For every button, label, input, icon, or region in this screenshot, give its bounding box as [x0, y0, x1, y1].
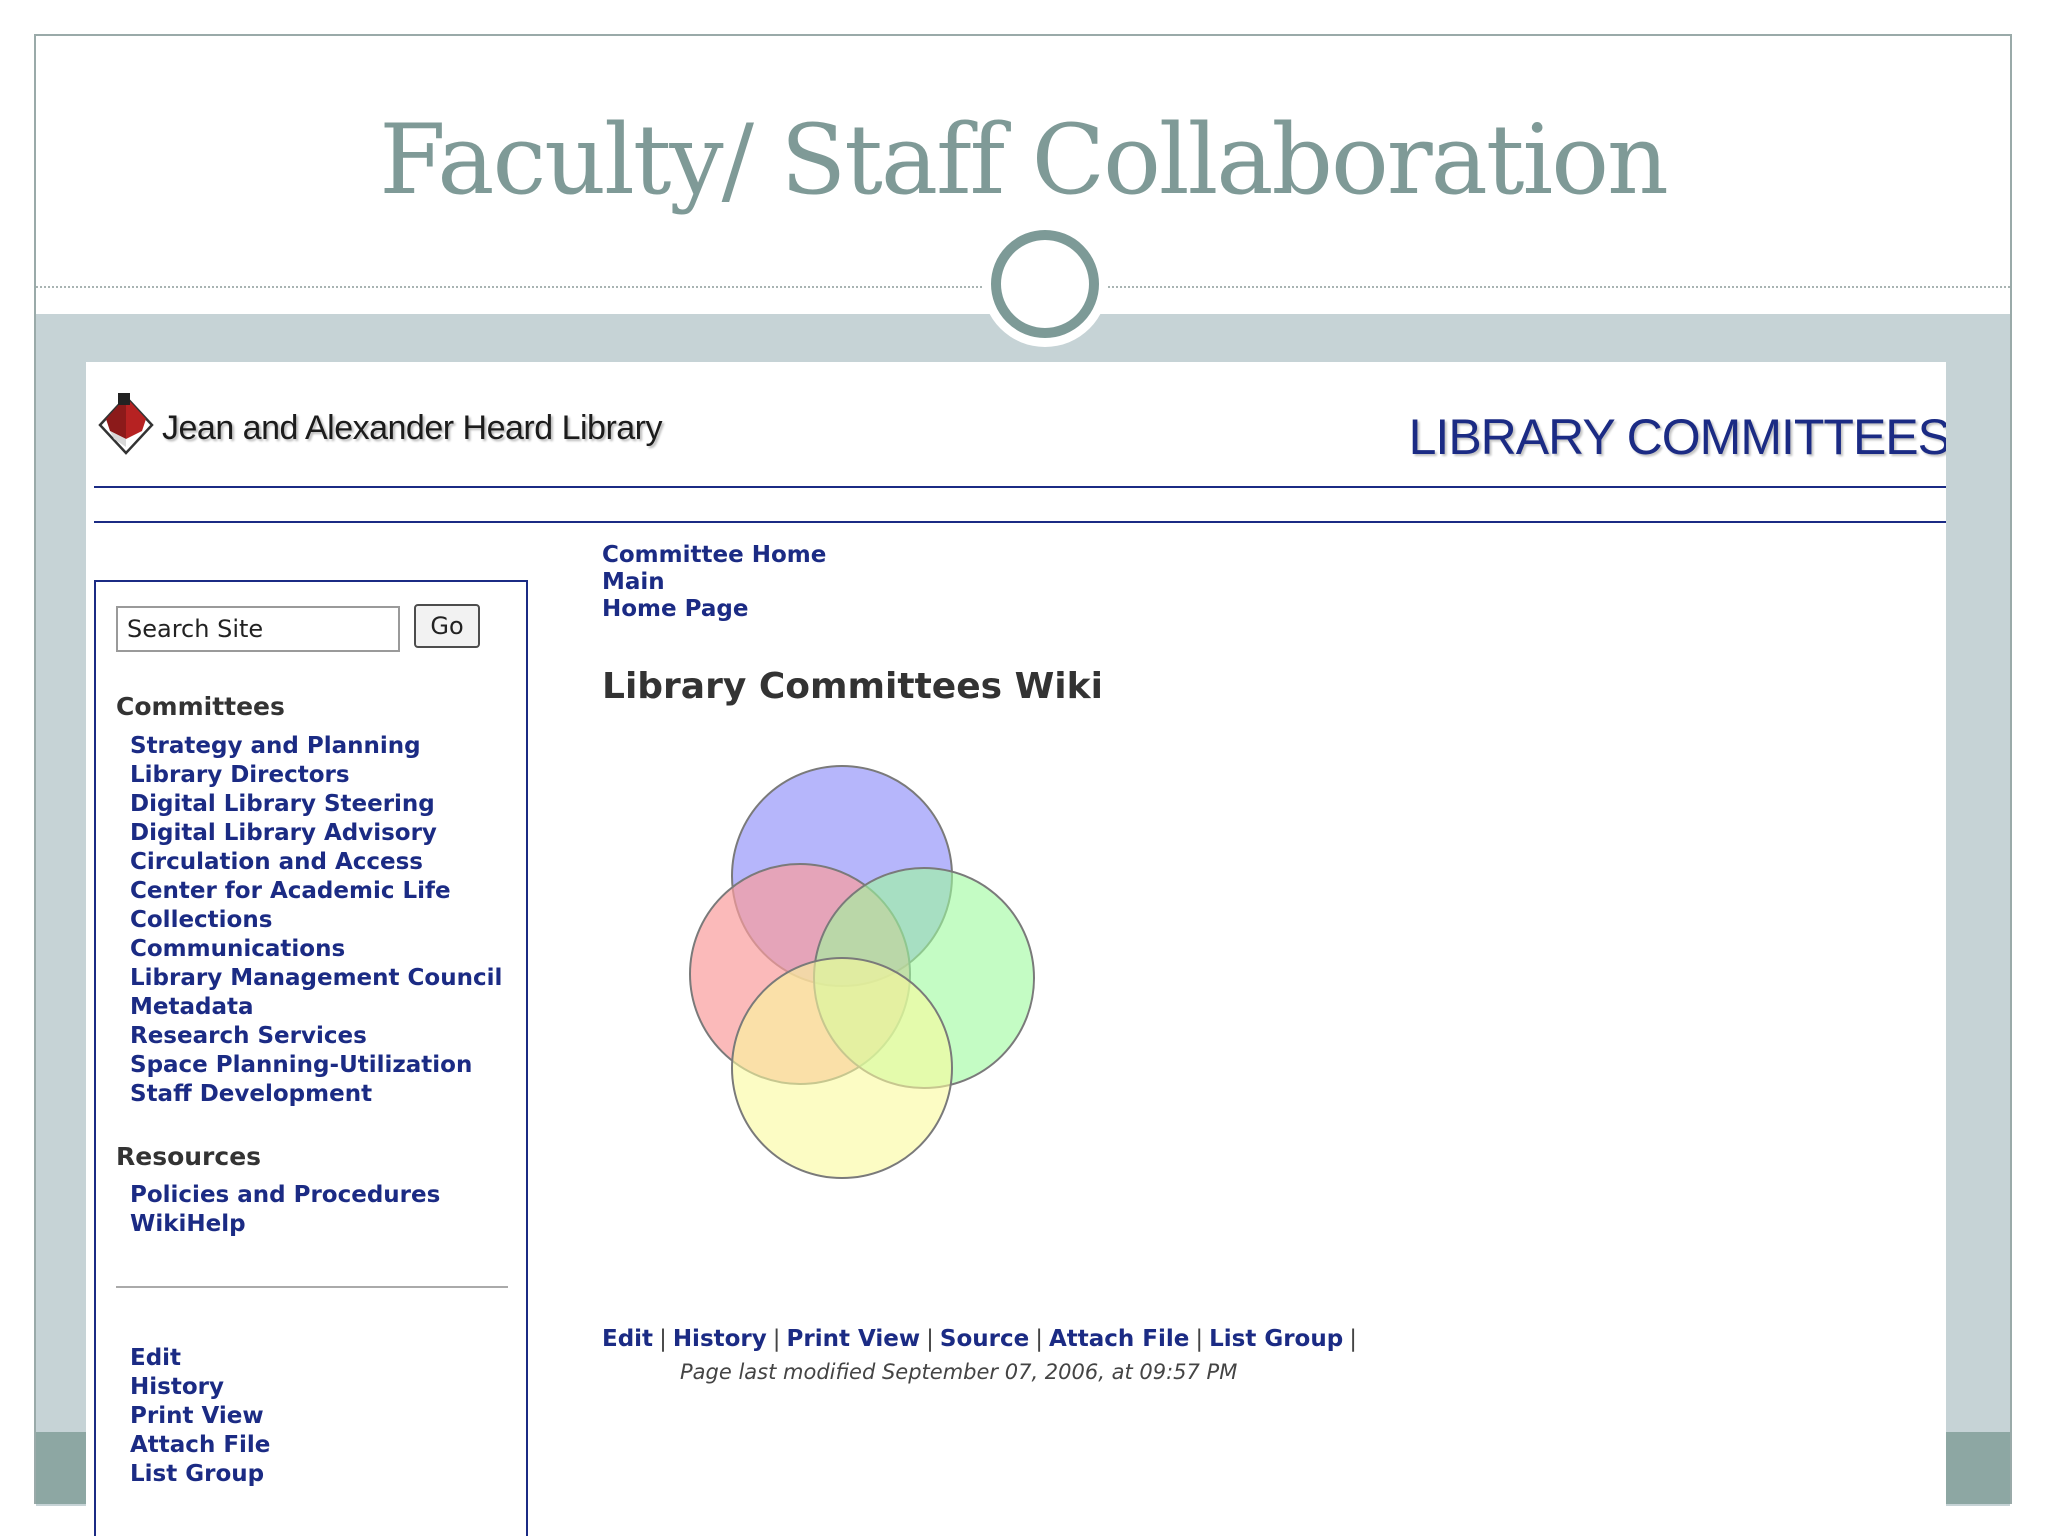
breadcrumb-link[interactable]: Home Page — [602, 596, 748, 622]
slide-accent-right — [1944, 1432, 2010, 1504]
sidebar-divider — [116, 1286, 508, 1288]
sidebar-actions: Edit History Print View Attach File List… — [130, 1344, 270, 1489]
committee-link[interactable]: Metadata — [130, 994, 254, 1020]
slide-title: Faculty/ Staff Collaboration — [379, 104, 1669, 216]
committee-link[interactable]: Communications — [130, 936, 345, 962]
breadcrumb-item: Committee Home — [602, 542, 826, 569]
separator: | — [659, 1326, 667, 1352]
list-item: Digital Library Steering — [130, 790, 502, 819]
attach-file-link[interactable]: Attach File — [1049, 1326, 1189, 1352]
list-item: Metadata — [130, 993, 502, 1022]
list-item: Strategy and Planning — [130, 732, 502, 761]
list-item: Circulation and Access — [130, 848, 502, 877]
venn-circle-bottom — [731, 957, 953, 1179]
sidebar-print-view-link[interactable]: Print View — [130, 1403, 264, 1429]
list-item: History — [130, 1373, 270, 1402]
committee-link[interactable]: Strategy and Planning — [130, 733, 421, 759]
circle-ornament-icon — [982, 221, 1108, 347]
venn-diagram-icon — [689, 765, 1035, 1179]
separator: | — [926, 1326, 934, 1352]
sidebar: Go Committees Strategy and Planning Libr… — [94, 580, 528, 1536]
committee-link[interactable]: Library Directors — [130, 762, 350, 788]
print-view-link[interactable]: Print View — [787, 1326, 921, 1352]
sidebar-list-group-link[interactable]: List Group — [130, 1461, 264, 1487]
page-action-bar: Edit | History | Print View | Source | Attach Fi… — [602, 1326, 1363, 1352]
list-item: Library Management Council — [130, 964, 502, 993]
sidebar-history-link[interactable]: History — [130, 1374, 224, 1400]
source-link[interactable]: Source — [940, 1326, 1029, 1352]
list-item: Staff Development — [130, 1080, 502, 1109]
library-site-screenshot: Jean and Alexander Heard Library LIBRARY… — [86, 362, 1946, 1536]
list-item: Policies and Procedures — [130, 1181, 440, 1210]
last-modified-text: Page last modified September 07, 2006, a… — [680, 1360, 1238, 1384]
breadcrumb-link[interactable]: Main — [602, 569, 665, 595]
list-item: WikiHelp — [130, 1210, 440, 1239]
history-link[interactable]: History — [673, 1326, 767, 1352]
breadcrumb-item: Home Page — [602, 596, 826, 623]
search-go-button[interactable]: Go — [414, 604, 480, 648]
list-item: Print View — [130, 1402, 270, 1431]
resources-heading: Resources — [116, 1142, 262, 1171]
sidebar-attach-file-link[interactable]: Attach File — [130, 1432, 270, 1458]
committees-banner: LIBRARY COMMITTEES — [1408, 409, 1946, 465]
site-logo[interactable]: Jean and Alexander Heard Library — [96, 393, 663, 458]
page-title: Library Committees Wiki — [602, 666, 1103, 707]
list-item: Library Directors — [130, 761, 502, 790]
library-name: Jean and Alexander Heard Library — [162, 408, 663, 447]
committees-heading: Committees — [116, 692, 285, 721]
separator: | — [1035, 1326, 1043, 1352]
breadcrumb-link[interactable]: Committee Home — [602, 542, 826, 568]
search-input[interactable] — [116, 606, 400, 652]
list-item: Center for Academic Life — [130, 877, 502, 906]
committee-link[interactable]: Research Services — [130, 1023, 367, 1049]
committee-link[interactable]: Space Planning-Utilization — [130, 1052, 472, 1078]
list-group-link[interactable]: List Group — [1209, 1326, 1343, 1352]
committee-link[interactable]: Center for Academic Life — [130, 878, 451, 904]
header-rule-bottom — [94, 521, 1946, 523]
list-item: Attach File — [130, 1431, 270, 1460]
separator: | — [1349, 1326, 1357, 1352]
committee-link[interactable]: Digital Library Steering — [130, 791, 435, 817]
list-item: Research Services — [130, 1022, 502, 1051]
list-item: Collections — [130, 906, 502, 935]
list-item: Digital Library Advisory — [130, 819, 502, 848]
committee-link[interactable]: Digital Library Advisory — [130, 820, 437, 846]
resource-link[interactable]: WikiHelp — [130, 1211, 246, 1237]
header-rule-top — [94, 486, 1946, 488]
breadcrumb: Committee Home Main Home Page — [602, 542, 826, 623]
committee-link[interactable]: Library Management Council — [130, 965, 502, 991]
resources-list: Policies and Procedures WikiHelp — [130, 1181, 440, 1239]
edit-link[interactable]: Edit — [602, 1326, 653, 1352]
heard-library-logo-icon — [98, 393, 154, 455]
separator: | — [772, 1326, 781, 1352]
committee-link[interactable]: Circulation and Access — [130, 849, 423, 875]
resource-link[interactable]: Policies and Procedures — [130, 1182, 440, 1208]
committee-link[interactable]: Staff Development — [130, 1081, 372, 1107]
committee-link[interactable]: Collections — [130, 907, 272, 933]
committees-list: Strategy and Planning Library Directors … — [130, 732, 502, 1109]
list-item: Edit — [130, 1344, 270, 1373]
separator: | — [1195, 1326, 1204, 1352]
sidebar-edit-link[interactable]: Edit — [130, 1345, 181, 1371]
list-item: List Group — [130, 1460, 270, 1489]
list-item: Communications — [130, 935, 502, 964]
list-item: Space Planning-Utilization — [130, 1051, 502, 1080]
breadcrumb-item: Main — [602, 569, 826, 596]
